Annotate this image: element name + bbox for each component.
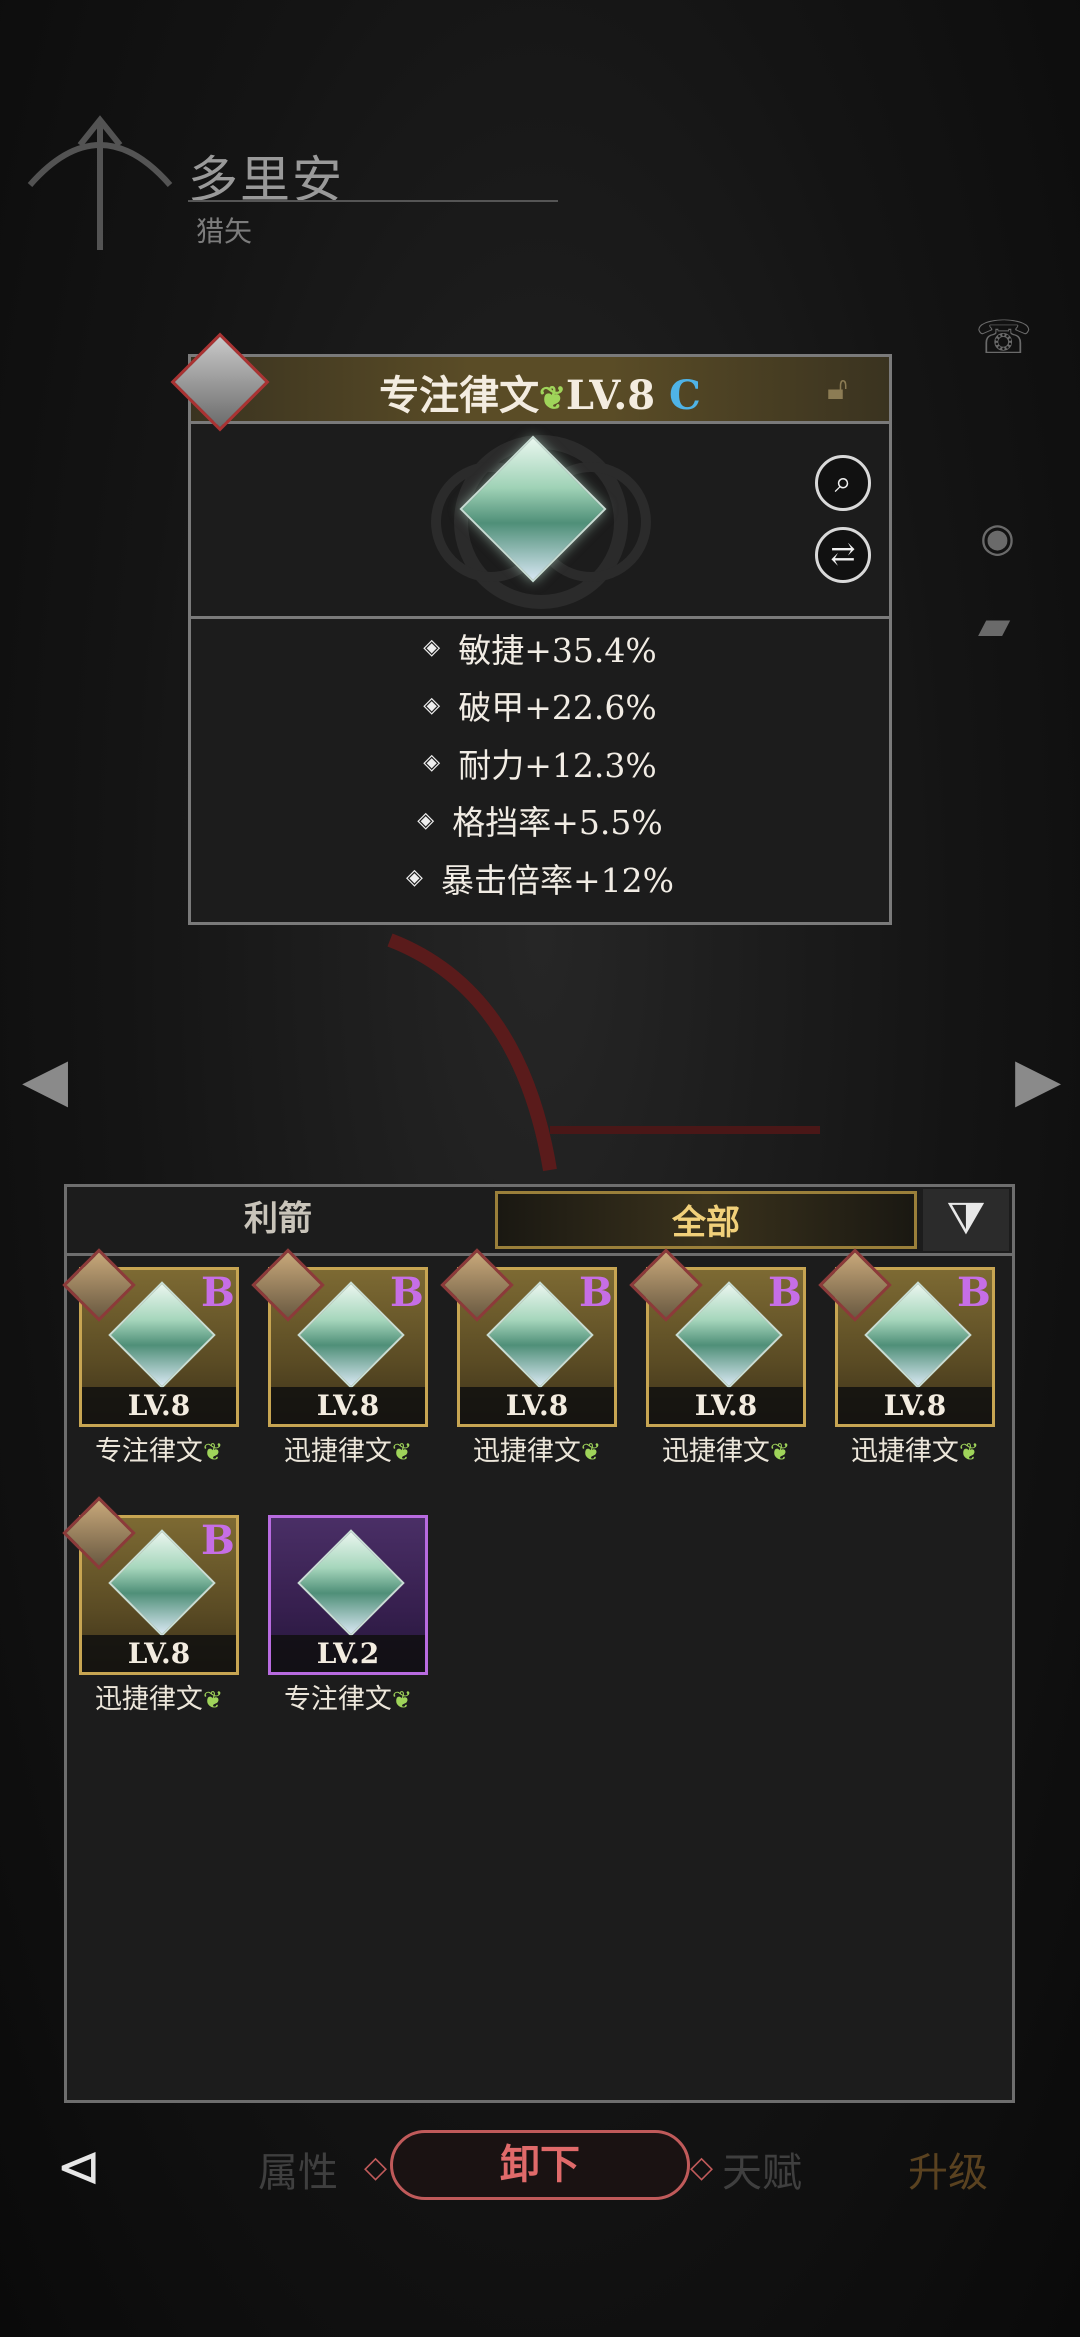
next-hero-arrow[interactable]: ▶: [1015, 1045, 1061, 1115]
rune-detail-card: 专注律文❦LV.8 C 🔓︎ ⌕ ⇄ ◈ 敏捷+35.4% ◈ 破甲+22.6% ◈…: [170, 332, 892, 925]
stat-row: ◈ 敏捷+35.4%: [423, 630, 657, 670]
attributes-tab[interactable]: 属性: [258, 2140, 338, 2198]
item-level: LV.8: [271, 1387, 425, 1424]
diamond-bullet-icon: ◈: [423, 692, 441, 718]
rune-leaf-icon: ❦: [202, 1686, 224, 1714]
detail-header: 专注律文❦LV.8 C 🔓︎: [191, 357, 889, 424]
item-grade: B: [390, 1269, 424, 1316]
prev-hero-arrow[interactable]: ◀: [22, 1045, 68, 1115]
item-name: 迅捷律文❦: [94, 1684, 224, 1715]
card-icon[interactable]: ▰: [978, 600, 1010, 649]
stat-row: ◈ 暴击倍率+12%: [406, 860, 674, 900]
bow-decoration: [387, 933, 820, 1172]
item-name: 迅捷律文❦: [283, 1436, 413, 1467]
item-level: LV.2: [271, 1635, 425, 1672]
item-name: 专注律文❦: [94, 1436, 224, 1467]
rune-leaf-icon: ❦: [958, 1438, 980, 1466]
hero-class: 猎矢: [196, 215, 253, 248]
item-grade: B: [579, 1269, 613, 1316]
stat-row: ◈ 格挡率+5.5%: [417, 803, 663, 843]
item-grid: B LV.8 专注律文❦ B LV.8 迅捷律文❦ B LV.8 迅捷律文❦ B…: [62, 1248, 1004, 1867]
diamond-deco-icon: ◇: [690, 2150, 714, 2185]
tab-divider: [67, 1253, 1012, 1256]
item-grade: B: [768, 1269, 802, 1316]
eye-icon[interactable]: ◉: [980, 515, 1015, 561]
item-level: LV.8: [460, 1387, 614, 1424]
tab-arrows[interactable]: 利箭: [67, 1187, 489, 1253]
item-grade: B: [957, 1269, 991, 1316]
stat-row: ◈ 耐力+12.3%: [423, 745, 657, 785]
swap-icon[interactable]: ⇄: [815, 527, 871, 583]
unload-button[interactable]: 卸下: [390, 2130, 690, 2200]
back-icon[interactable]: ⊲: [56, 2135, 101, 2198]
item-name: 专注律文❦: [283, 1684, 413, 1715]
item-name: 迅捷律文❦: [472, 1436, 602, 1467]
lock-icon[interactable]: 🔓︎: [827, 369, 867, 409]
diamond-bullet-icon: ◈: [406, 865, 423, 891]
rune-leaf-icon: ❦: [539, 379, 566, 417]
rune-inventory-panel: 利箭 全部 ⧩ B LV.8 专注律文❦ B LV.8 迅捷律文❦ B LV.8…: [62, 1184, 1015, 2103]
detail-title: 专注律文❦LV.8 C: [191, 363, 889, 421]
detail-name: 专注律文: [379, 372, 540, 419]
rune-leaf-icon: ❦: [391, 1438, 413, 1466]
diamond-bullet-icon: ◈: [423, 750, 441, 776]
item-name: 迅捷律文❦: [850, 1436, 980, 1467]
rune-leaf-icon: ❦: [580, 1438, 602, 1466]
search-icon[interactable]: ⌕: [815, 455, 871, 511]
rune-leaf-icon: ❦: [769, 1438, 791, 1466]
diamond-bullet-icon: ◈: [423, 635, 441, 661]
item-level: LV.8: [82, 1387, 236, 1424]
item-name: 迅捷律文❦: [661, 1436, 791, 1467]
item-level: LV.8: [82, 1635, 236, 1672]
item-level: LV.8: [649, 1387, 803, 1424]
filter-icon[interactable]: ⧩: [923, 1189, 1009, 1251]
detail-grade: C: [669, 372, 701, 419]
detail-level: LV.8: [565, 372, 656, 419]
item-grade: B: [201, 1269, 235, 1316]
diamond-deco-icon: ◇: [364, 2150, 388, 2185]
gem-display: ⌕ ⇄: [191, 421, 889, 619]
rune-leaf-icon: ❦: [391, 1686, 413, 1714]
stat-row: ◈ 破甲+22.6%: [423, 688, 657, 728]
talent-tab[interactable]: 天赋: [722, 2140, 802, 2198]
rune-leaf-icon: ❦: [202, 1438, 224, 1466]
item-grade: B: [201, 1517, 235, 1564]
item-level: LV.8: [838, 1387, 992, 1424]
upgrade-tab[interactable]: 升级: [908, 2140, 988, 2198]
phone-icon[interactable]: ☏: [975, 310, 1033, 364]
hero-divider: [188, 200, 558, 202]
tab-all[interactable]: 全部: [495, 1191, 917, 1249]
diamond-bullet-icon: ◈: [417, 807, 435, 833]
stat-list: ◈ 敏捷+35.4% ◈ 破甲+22.6% ◈ 耐力+12.3% ◈ 格挡率+5.5% …: [191, 619, 889, 907]
